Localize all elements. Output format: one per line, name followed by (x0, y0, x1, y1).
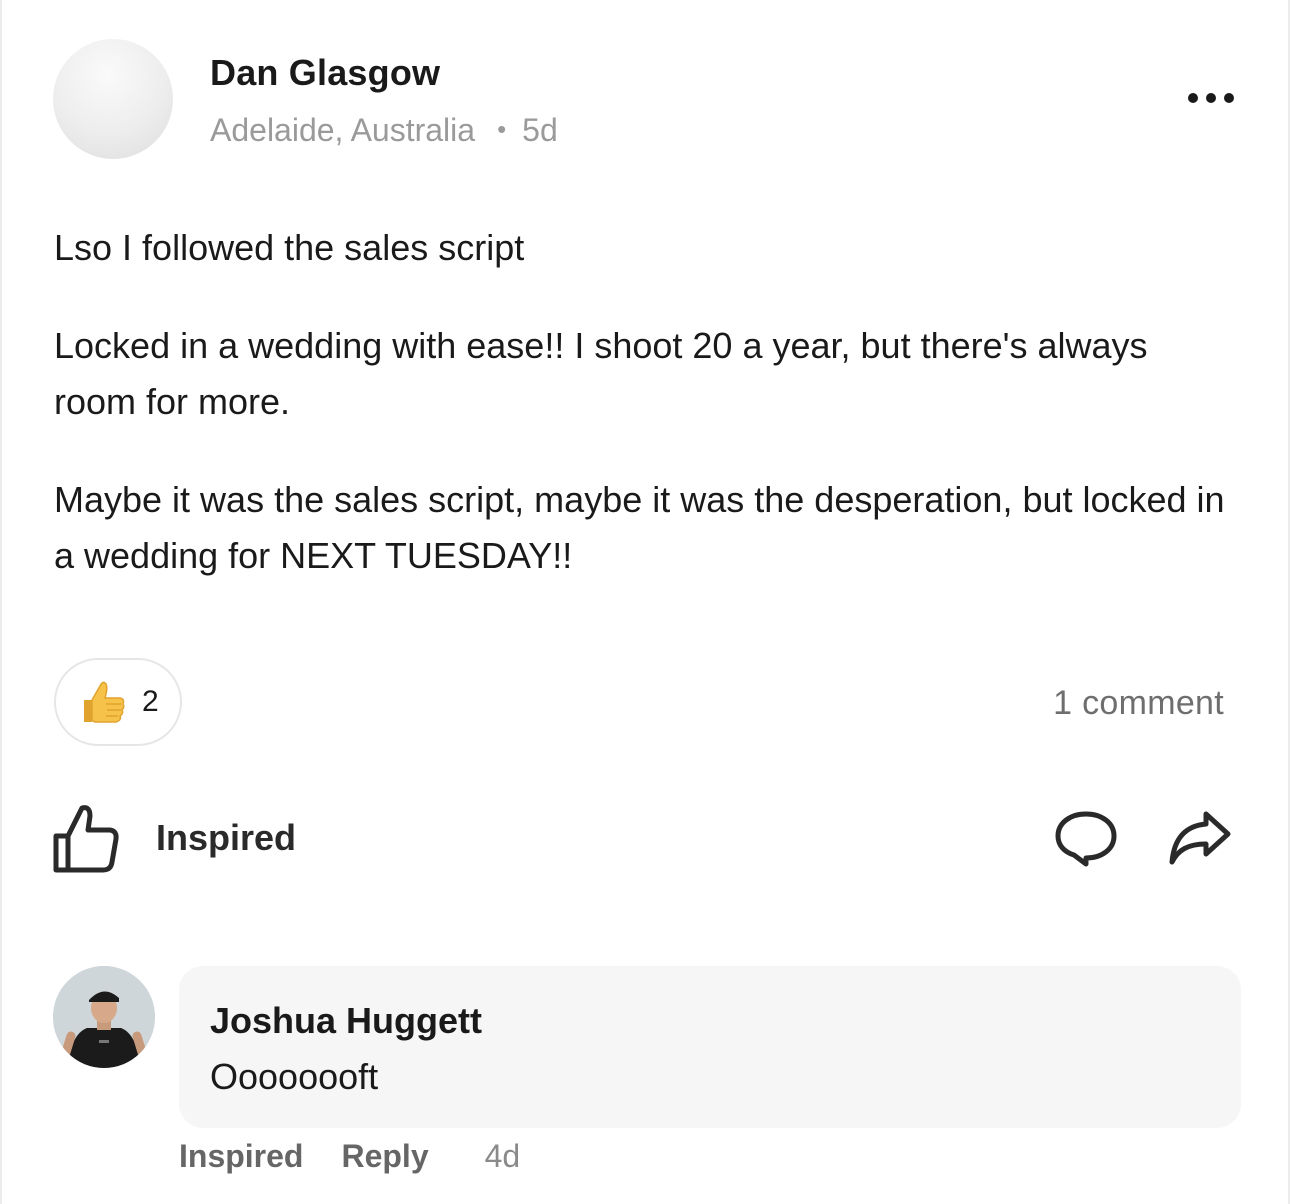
comment-age: 4d (484, 1138, 521, 1174)
author-name[interactable]: Dan Glasgow (210, 52, 440, 94)
comment-reply-button[interactable]: Reply (341, 1138, 428, 1175)
comment-inspired-button[interactable]: Inspired (179, 1138, 303, 1175)
comment-actions: Inspired Reply 4d (179, 1138, 520, 1175)
post-paragraph: Maybe it was the sales script, maybe it … (54, 479, 1225, 576)
thumbs-up-emoji-icon (84, 681, 125, 723)
share-icon[interactable] (1166, 808, 1232, 866)
thumbs-up-outline-icon (53, 805, 119, 873)
reaction-count: 2 (142, 685, 159, 718)
commenter-avatar[interactable] (53, 966, 155, 1068)
post-paragraph: Lso I followed the sales script (54, 227, 525, 268)
comment-text: Oooooooft (210, 1056, 379, 1097)
post-age: 5d (522, 112, 558, 148)
author-avatar[interactable] (53, 39, 173, 159)
post-meta: Adelaide, Australia • 5d (210, 112, 558, 149)
post-card: Dan Glasgow Adelaide, Australia • 5d Lso I… (0, 0, 1290, 1204)
author-location: Adelaide, Australia (210, 112, 476, 148)
inspired-button[interactable]: Inspired (52, 802, 296, 874)
post-paragraph: Locked in a wedding with ease!! I shoot … (54, 325, 1148, 422)
reaction-summary[interactable]: 2 (54, 658, 182, 746)
more-options-icon[interactable] (1188, 86, 1244, 110)
comment-icon[interactable] (1052, 808, 1120, 870)
comment-bubble: Joshua Huggett Oooooooft (179, 966, 1241, 1128)
meta-separator: • (497, 114, 507, 144)
comment-count-link[interactable]: 1 comment (1053, 684, 1224, 723)
commenter-name[interactable]: Joshua Huggett (210, 1000, 482, 1042)
post-body: Lso I followed the sales script Locked i… (54, 220, 1234, 626)
inspired-label: Inspired (156, 817, 297, 858)
